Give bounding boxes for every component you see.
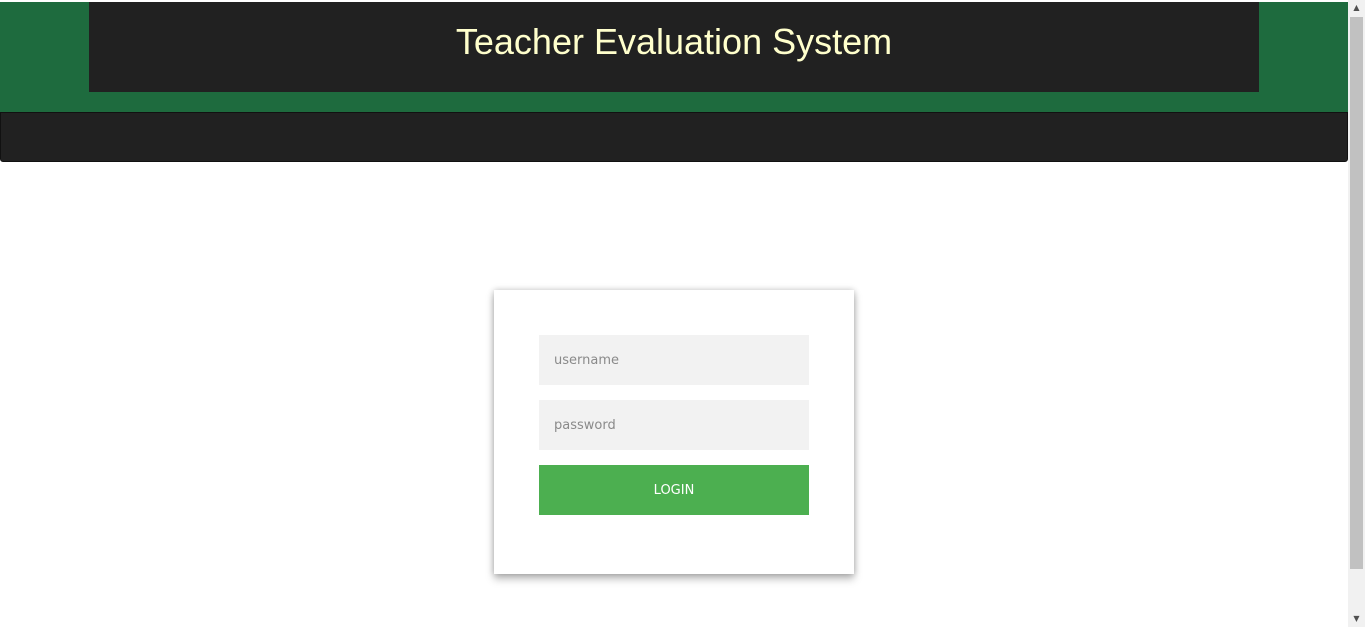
page: Teacher Evaluation System LOGIN ▲ ▼: [0, 0, 1365, 627]
username-input[interactable]: [539, 335, 809, 385]
login-form: LOGIN: [494, 290, 854, 574]
vertical-scrollbar[interactable]: ▲ ▼: [1348, 0, 1365, 627]
scrollbar-thumb[interactable]: [1350, 17, 1363, 569]
navbar: [0, 112, 1348, 162]
header: Teacher Evaluation System: [89, 2, 1259, 92]
scroll-down-arrow-icon[interactable]: ▼: [1348, 611, 1365, 627]
password-input[interactable]: [539, 400, 809, 450]
scroll-up-arrow-icon[interactable]: ▲: [1348, 0, 1365, 16]
page-title: Teacher Evaluation System: [455, 21, 893, 62]
login-button[interactable]: LOGIN: [539, 465, 809, 515]
